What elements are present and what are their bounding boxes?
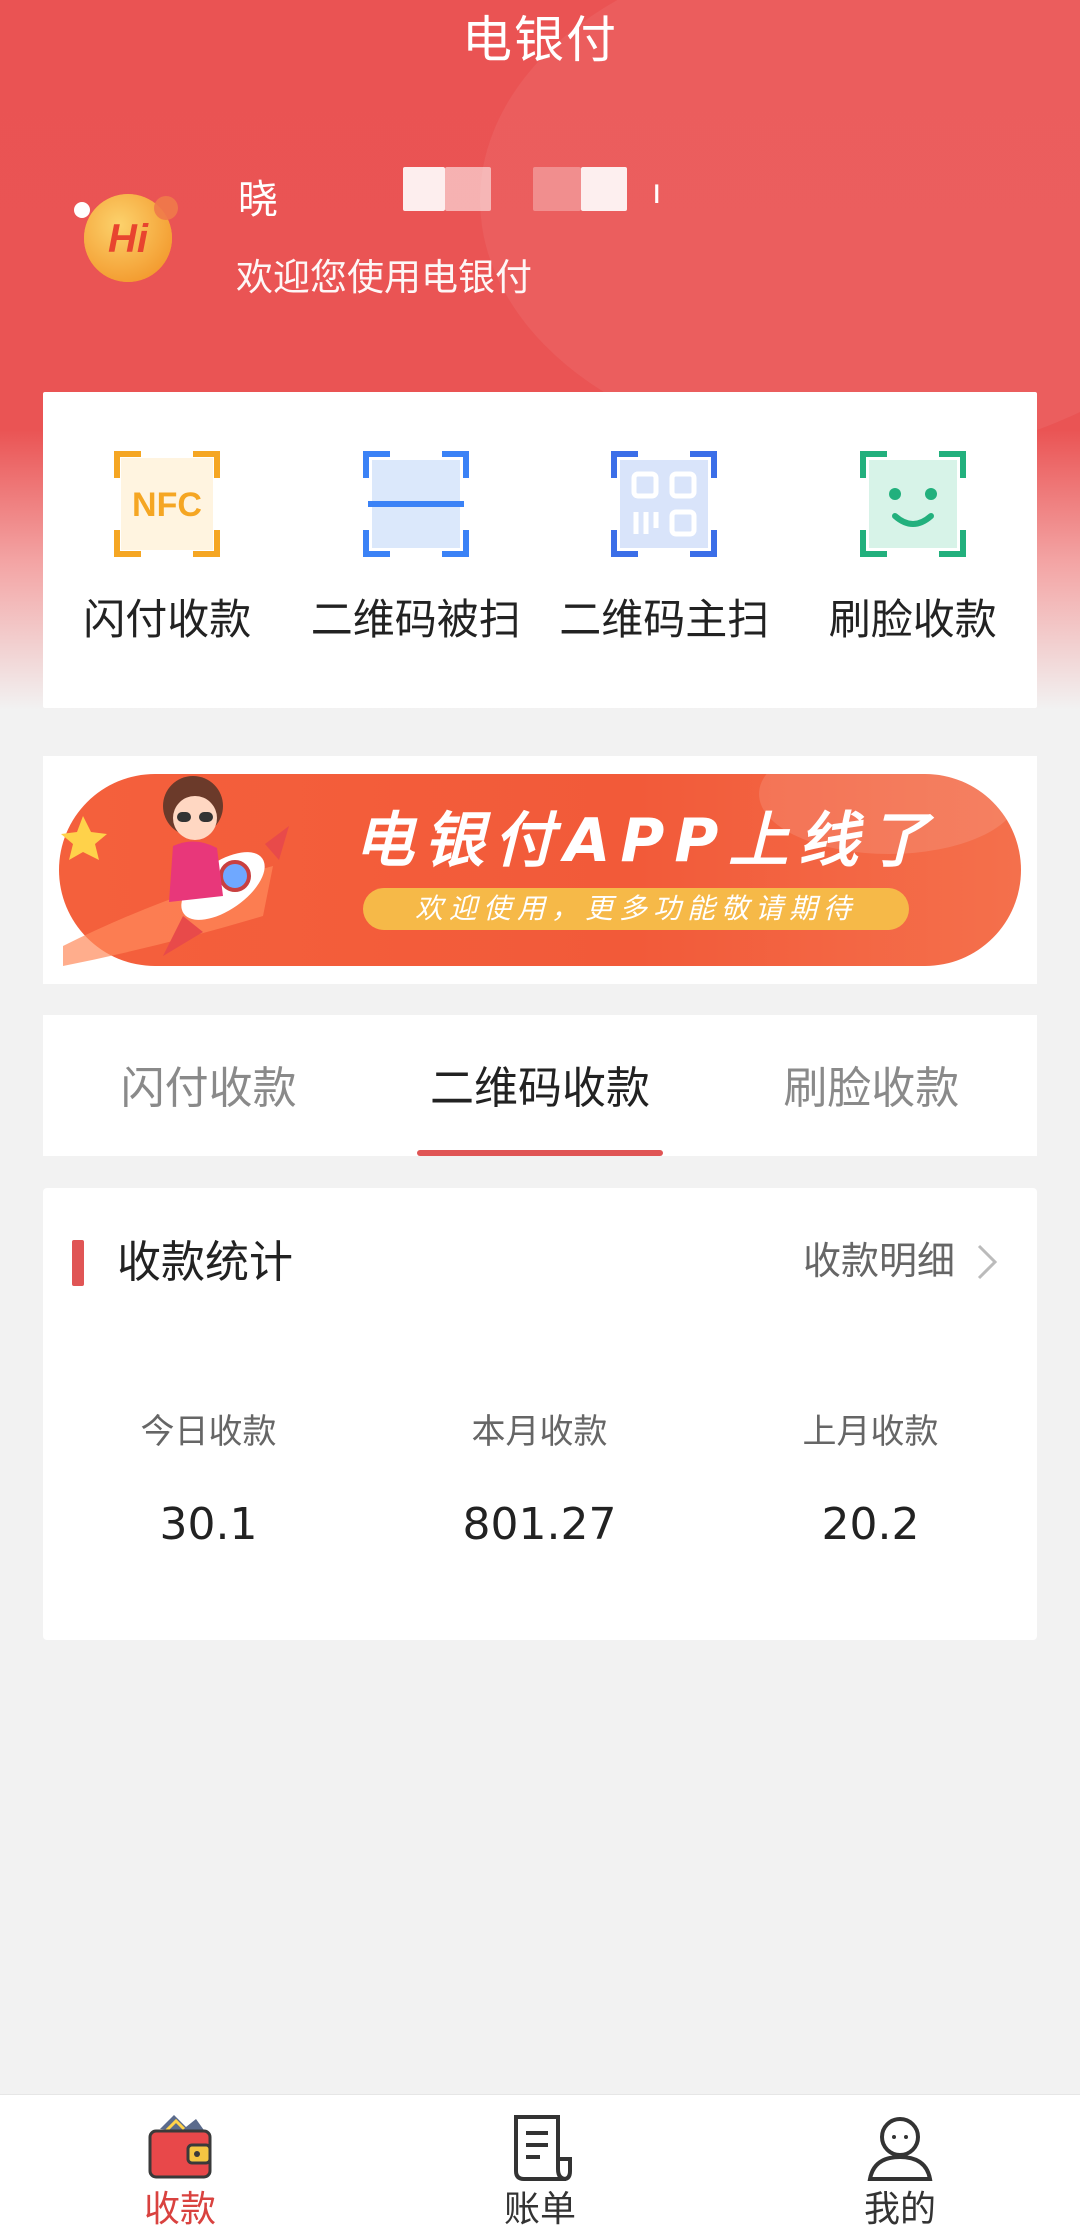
- quick-action-qr-scanned[interactable]: 二维码被扫: [292, 392, 541, 708]
- stat-this-month: 本月收款 801.27: [374, 1408, 705, 1554]
- app-title: 电银付: [462, 11, 618, 69]
- bottom-navigation: 收款 账单 我的: [0, 2094, 1080, 2237]
- quick-action-face-pay[interactable]: 刷脸收款: [789, 392, 1038, 708]
- nav-label: 账单: [503, 2189, 576, 2230]
- nfc-icon: NFC: [114, 451, 221, 557]
- nav-item-mine[interactable]: 我的: [720, 2095, 1080, 2237]
- greeting-name: 晓: [238, 177, 278, 223]
- nav-item-bills[interactable]: 账单: [360, 2095, 720, 2237]
- banner-subtitle: 欢迎使用，更多功能敬请期待: [414, 892, 857, 925]
- nav-label: 收款: [143, 2189, 216, 2230]
- privacy-mask: [403, 167, 445, 211]
- qr-code-icon: [611, 451, 718, 557]
- greeting-subtitle: 欢迎您使用电银付: [236, 256, 532, 299]
- quick-action-label: 刷脸收款: [828, 595, 997, 644]
- stat-label: 今日收款: [140, 1412, 277, 1452]
- quick-action-nfc-pay[interactable]: NFC 闪付收款: [43, 392, 292, 708]
- stat-value: 30.1: [159, 1499, 258, 1550]
- tab-qr-pay[interactable]: 二维码收款: [374, 1015, 705, 1156]
- hi-avatar-icon: Hi: [74, 194, 178, 282]
- stat-today: 今日收款 30.1: [43, 1408, 374, 1554]
- privacy-mask: [581, 167, 627, 211]
- greeting-trailing: ı: [652, 172, 662, 212]
- payment-detail-link[interactable]: 收款明细: [803, 1232, 955, 1290]
- section-marker: [72, 1240, 84, 1286]
- tab-nfc-pay[interactable]: 闪付收款: [43, 1015, 374, 1156]
- face-scan-icon: [859, 451, 966, 557]
- banner-title: 电银付APP上线了: [354, 806, 939, 876]
- quick-action-label: 二维码主扫: [559, 595, 770, 644]
- privacy-mask: [533, 167, 581, 211]
- nav-item-collect[interactable]: 收款: [0, 2095, 360, 2237]
- payment-stats-card: 收款统计 收款明细 今日收款 30.1 本月收款 801.27 上月收款 20.…: [43, 1188, 1037, 1640]
- quick-action-qr-scan[interactable]: 二维码主扫: [540, 392, 789, 708]
- wallet-icon: [148, 2115, 212, 2179]
- stat-label: 本月收款: [471, 1412, 608, 1452]
- chevron-right-icon[interactable]: [967, 1240, 1007, 1284]
- tab-label: 闪付收款: [120, 1063, 297, 1114]
- avatar-text: Hi: [108, 217, 149, 261]
- banner-subtitle-box: 欢迎使用，更多功能敬请期待: [363, 888, 909, 930]
- quick-action-label: 二维码被扫: [310, 595, 521, 644]
- rocket-girl-illustration: [61, 776, 289, 966]
- stat-label: 上月收款: [802, 1412, 939, 1452]
- nfc-icon-text: NFC: [132, 486, 202, 524]
- active-tab-indicator: [416, 1150, 663, 1156]
- quick-actions-card: NFC 闪付收款 二维码被扫 二维码主扫 刷脸收款: [43, 392, 1037, 708]
- tab-face-pay[interactable]: 刷脸收款: [706, 1015, 1037, 1156]
- user-icon: [867, 2117, 933, 2181]
- scan-frame-icon: [362, 451, 469, 557]
- tab-label: 二维码收款: [429, 1063, 650, 1114]
- tab-label: 刷脸收款: [783, 1063, 960, 1114]
- privacy-mask: [445, 167, 491, 211]
- promo-banner[interactable]: 电银付APP上线了 欢迎使用，更多功能敬请期待: [43, 756, 1037, 984]
- bill-icon: [514, 2115, 572, 2181]
- quick-action-label: 闪付收款: [83, 595, 252, 644]
- stats-title: 收款统计: [117, 1237, 293, 1288]
- stat-value: 20.2: [821, 1499, 920, 1550]
- stat-last-month: 上月收款 20.2: [705, 1408, 1036, 1554]
- nav-label: 我的: [863, 2189, 936, 2230]
- payment-type-tabs: 闪付收款 二维码收款 刷脸收款: [43, 1015, 1037, 1156]
- stat-value: 801.27: [462, 1499, 617, 1550]
